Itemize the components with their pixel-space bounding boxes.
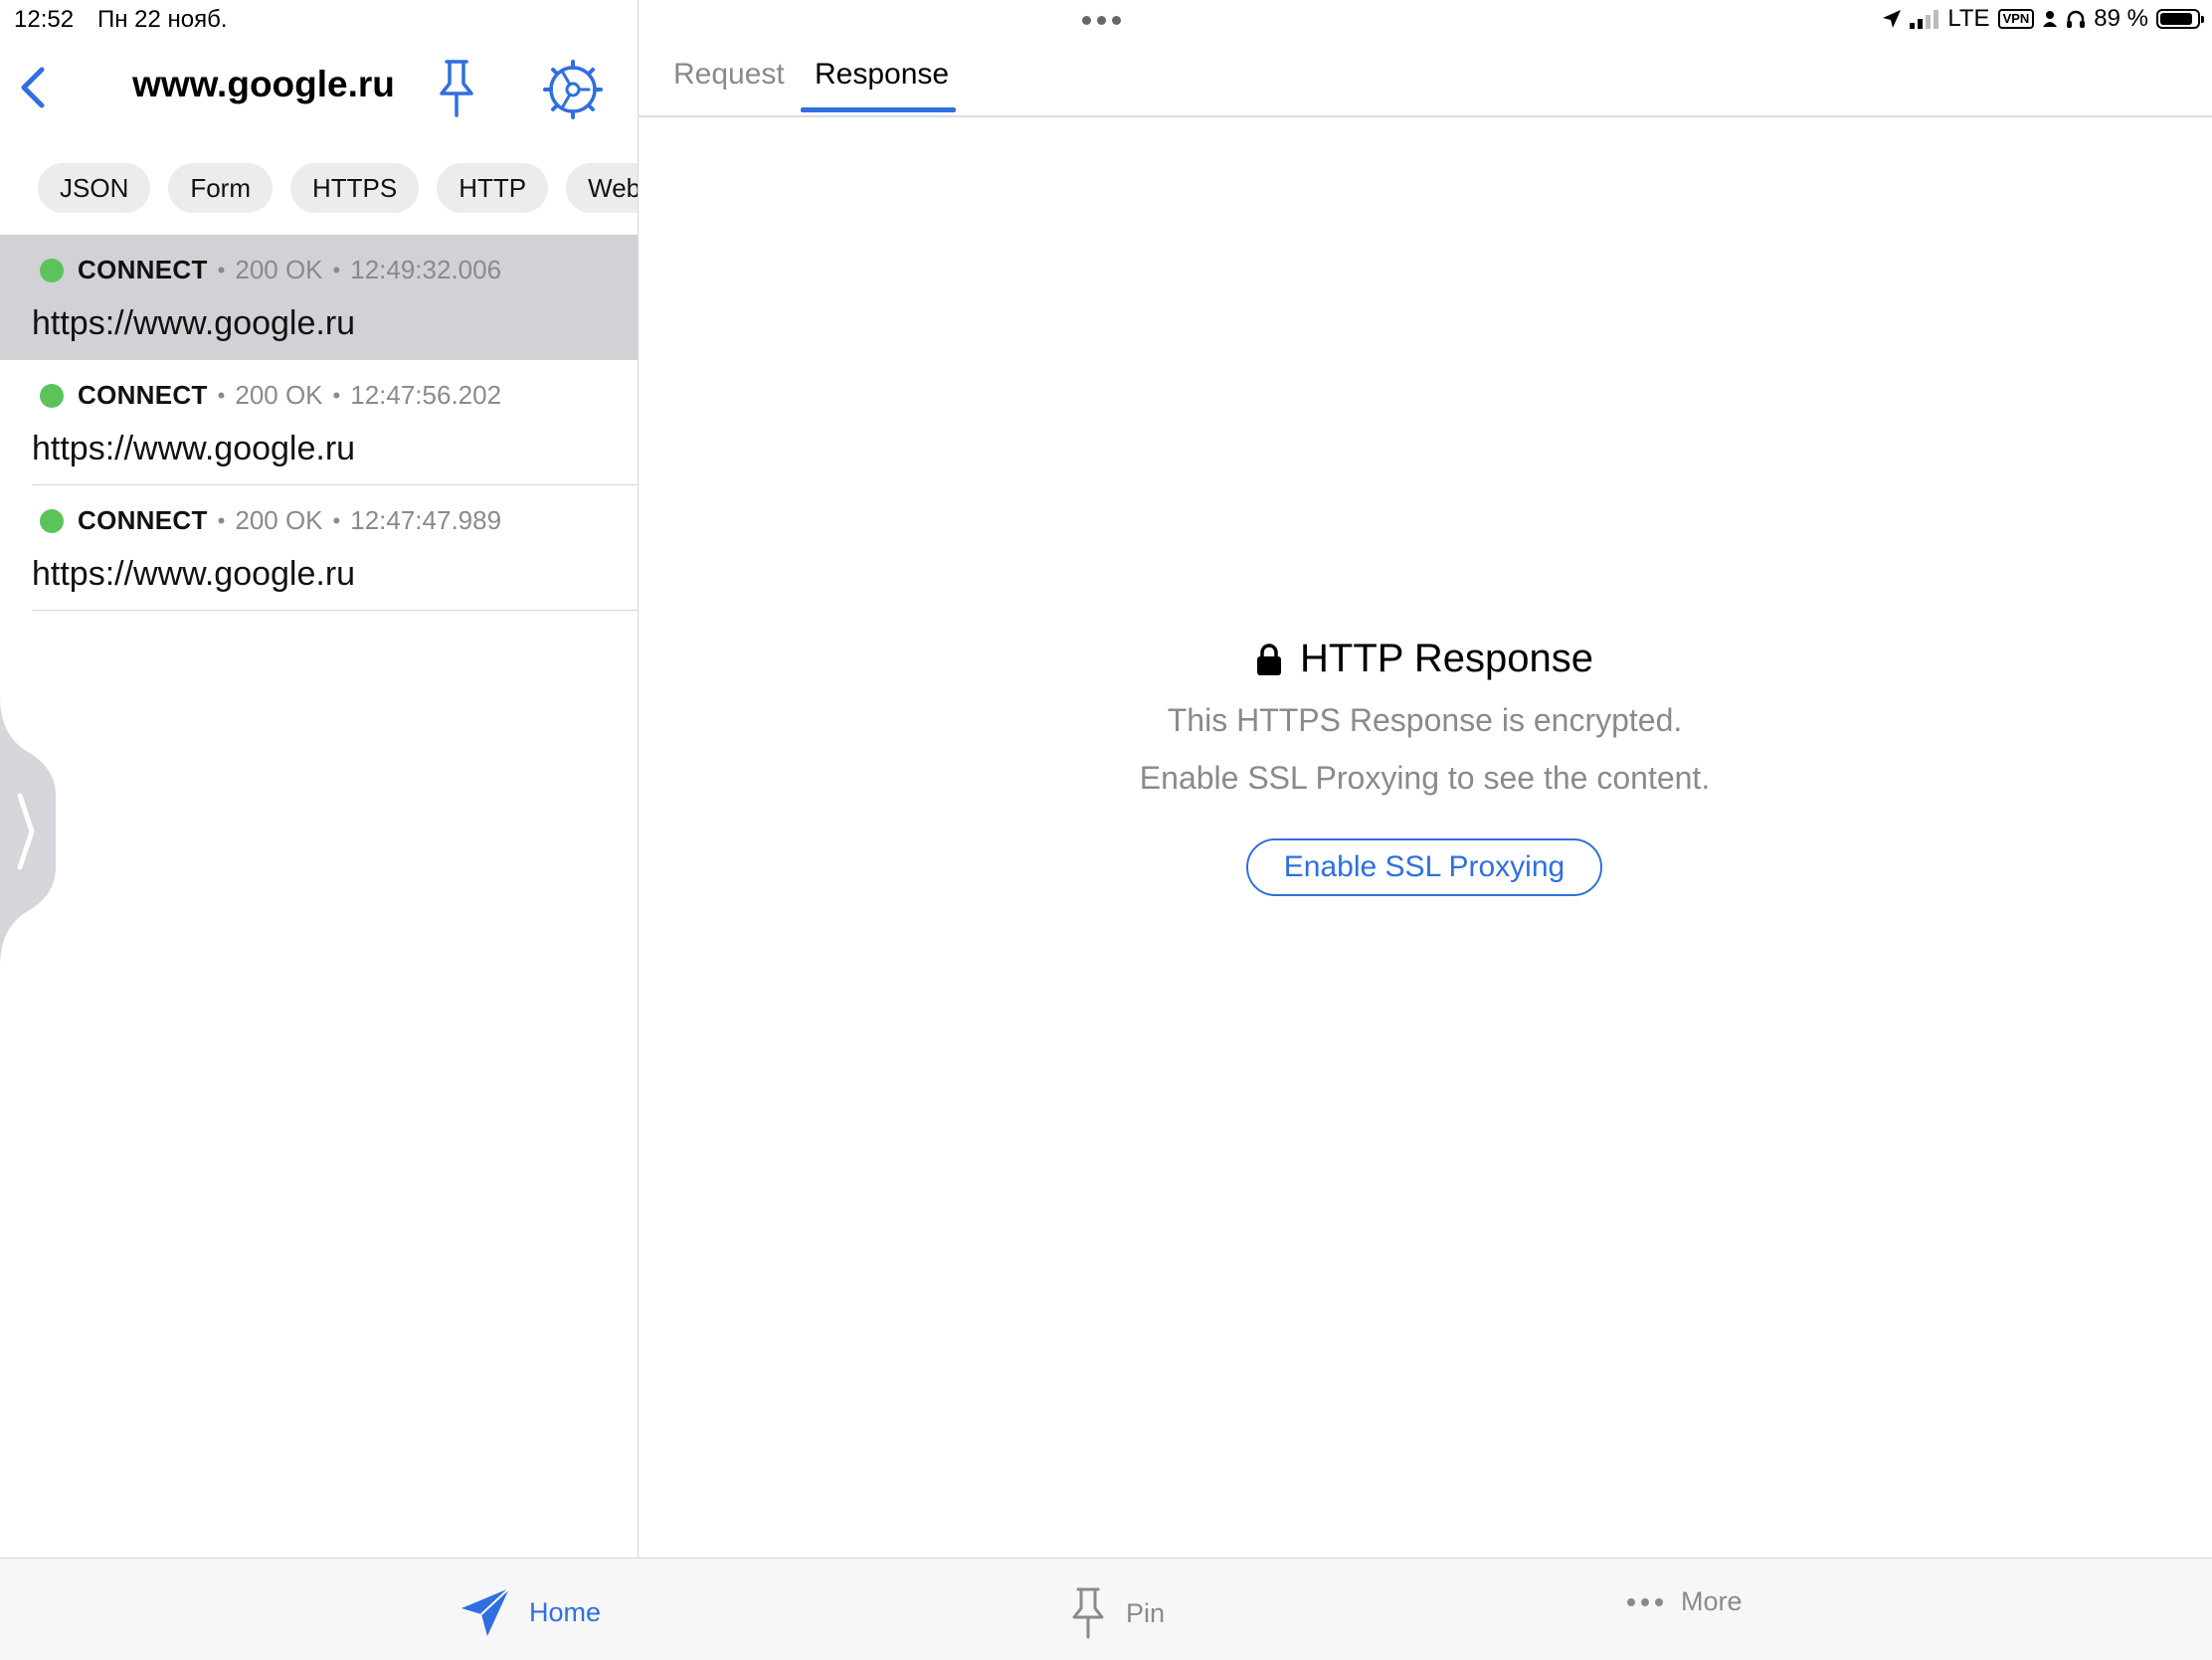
request-url: https://www.google.ru [32, 430, 356, 467]
pin-button[interactable] [432, 58, 481, 119]
back-button[interactable] [14, 64, 54, 111]
request-method: CONNECT [78, 380, 208, 410]
request-row[interactable]: CONNECT • 200 OK • 12:47:56.202 https://… [0, 360, 638, 485]
request-time: 12:47:47.989 [350, 505, 502, 535]
request-method: CONNECT [78, 255, 208, 284]
gear-icon [543, 60, 603, 119]
tab-pin[interactable]: Pin [1068, 1586, 1165, 1640]
empty-state-title: HTTP Response [638, 637, 2212, 681]
filter-chips: JSON Form HTTPS HTTP Websocket [38, 163, 638, 213]
filter-chip-websocket[interactable]: Websocket [566, 163, 638, 213]
enable-ssl-proxying-button[interactable]: Enable SSL Proxying [1246, 838, 1602, 896]
pin-icon [1072, 1587, 1104, 1639]
request-time: 12:47:56.202 [350, 380, 502, 410]
tab-more[interactable]: More [1627, 1586, 1743, 1617]
response-status: 200 OK [235, 255, 323, 284]
tab-pin-label: Pin [1126, 1597, 1166, 1628]
filter-chip-json[interactable]: JSON [38, 163, 151, 213]
host-title: www.google.ru [132, 64, 395, 104]
filter-chip-https[interactable]: HTTPS [290, 163, 420, 213]
sidebar-expand-handle[interactable] [0, 696, 56, 967]
empty-state-message: This HTTPS Response is encrypted. [1167, 702, 1683, 738]
request-method: CONNECT [78, 505, 208, 535]
tab-response[interactable]: Response [815, 58, 949, 92]
request-row[interactable]: CONNECT • 200 OK • 12:49:32.006 https://… [0, 235, 638, 360]
filter-chip-form[interactable]: Form [168, 163, 274, 213]
chevron-left-icon [21, 67, 45, 108]
tab-more-label: More [1681, 1586, 1743, 1616]
request-list-panel: www.google.ru JSON Form HTTPS HTTP Webso… [0, 0, 639, 1558]
tab-home[interactable]: Home [460, 1586, 601, 1638]
paper-plane-icon [461, 1587, 510, 1636]
ellipsis-icon [1627, 1597, 1663, 1606]
tab-home-label: Home [529, 1596, 602, 1627]
status-dot-icon [40, 383, 64, 408]
active-tab-indicator [801, 107, 956, 112]
empty-state-hint: Enable SSL Proxying to see the content. [1139, 760, 1711, 796]
request-time: 12:49:32.006 [350, 255, 502, 284]
tab-request[interactable]: Request [673, 58, 785, 92]
status-dot-icon [40, 508, 64, 533]
empty-state-heading: HTTP Response [1300, 637, 1593, 680]
request-url: https://www.google.ru [32, 555, 356, 593]
pin-icon [440, 60, 473, 117]
filter-chip-http[interactable]: HTTP [437, 163, 549, 213]
request-row[interactable]: CONNECT • 200 OK • 12:47:47.989 https://… [0, 485, 638, 611]
lock-icon [1257, 643, 1282, 675]
response-status: 200 OK [235, 505, 323, 535]
bottom-tab-bar: Home Pin More [0, 1558, 2212, 1660]
response-status: 200 OK [235, 380, 323, 410]
detail-tabs: Request Response [638, 0, 2212, 117]
settings-button[interactable] [543, 60, 603, 119]
request-url: https://www.google.ru [32, 304, 356, 342]
status-dot-icon [40, 258, 64, 282]
